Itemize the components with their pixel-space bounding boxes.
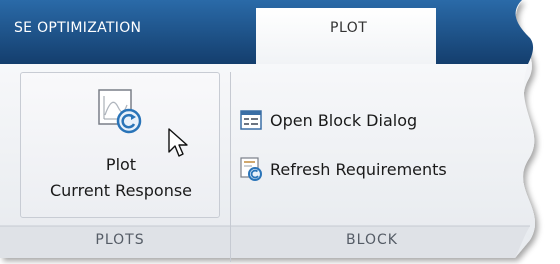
plot-button-label-line1: Plot xyxy=(105,155,137,174)
plot-button-label-line2: Current Response xyxy=(49,181,193,200)
tab-se-optimization[interactable]: SE OPTIMIZATION xyxy=(14,20,141,36)
refresh-requirements-icon xyxy=(240,157,262,181)
plot-current-response-button[interactable]: Plot Current Response xyxy=(20,72,220,218)
refresh-requirements-label: Refresh Requirements xyxy=(270,159,447,179)
block-dialog-icon xyxy=(240,110,262,130)
tab-plot[interactable]: PLOT xyxy=(330,20,367,36)
plot-toolstrip: SE OPTIMIZATION PLOT Plot Current Respon… xyxy=(0,0,560,264)
open-block-dialog-button[interactable]: Open Block Dialog xyxy=(240,106,417,134)
open-block-dialog-label: Open Block Dialog xyxy=(270,110,418,130)
group-divider xyxy=(230,72,231,262)
block-group-label: BLOCK xyxy=(346,232,398,248)
plots-group-label: PLOTS xyxy=(95,232,145,248)
mouse-pointer-icon xyxy=(168,128,188,157)
refresh-requirements-button[interactable]: Refresh Requirements xyxy=(240,155,447,183)
plot-response-icon xyxy=(98,89,142,134)
